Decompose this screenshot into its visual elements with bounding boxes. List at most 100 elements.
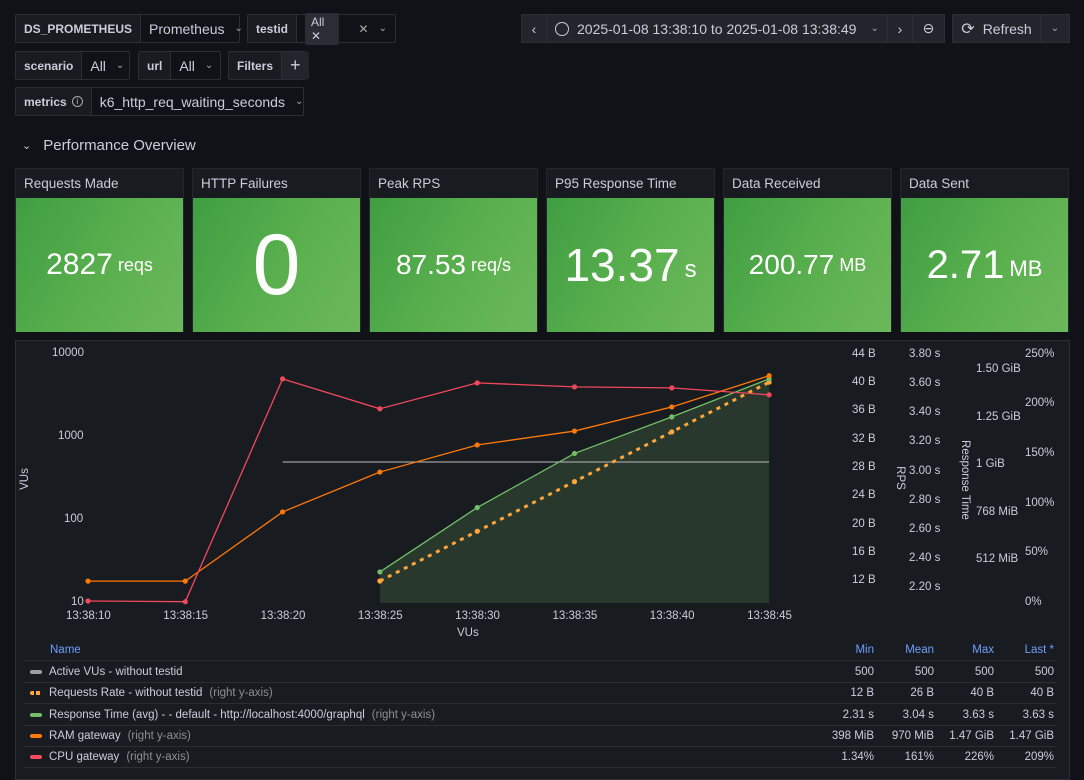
rps-tick: 24 B — [852, 489, 876, 501]
legend-axis-note: (right y-axis) — [127, 729, 191, 742]
rps-tick: 28 B — [852, 461, 876, 473]
legend-max: 500 — [974, 666, 994, 678]
data-point — [571, 479, 578, 485]
legend-row[interactable]: RAM gateway (right y-axis) 398 MiB 970 MiB 1… — [24, 726, 1056, 747]
legend-row[interactable]: Active VUs - without testid 500 500 500 500 — [24, 662, 1056, 683]
rps-tick: 16 B — [852, 546, 876, 558]
legend-max: 3.63 s — [962, 708, 994, 721]
legend-mean: 970 MiB — [891, 729, 934, 742]
legend-min: 12 B — [850, 687, 874, 700]
legend-row[interactable]: Requests Rate - without testid (right y-a… — [24, 683, 1056, 705]
y-tick: 10 — [71, 596, 84, 608]
x-tick: 13:38:15 — [163, 610, 209, 622]
cpu-tick: 150% — [1025, 447, 1055, 459]
legend-last: 40 B — [1030, 687, 1054, 700]
timeseries-chart — [85, 373, 772, 605]
rt-tick: 3.60 s — [909, 377, 941, 389]
x-tick: 13:38:20 — [260, 610, 306, 622]
x-tick: 13:38:35 — [552, 610, 598, 622]
legend-last: 3.63 s — [1022, 708, 1054, 721]
legend-mean: 500 — [914, 666, 934, 678]
legend-header-name[interactable]: Name — [24, 644, 816, 656]
legend-min: 2.31 s — [842, 708, 874, 721]
y-axis-label: VUs — [18, 468, 31, 490]
series-swatch-icon — [30, 712, 42, 717]
legend-row[interactable]: Response Time (avg) - - default - http:/… — [24, 705, 1056, 726]
response-time-axis-label: Response Time — [958, 440, 971, 520]
x-tick: 13:38:30 — [455, 610, 500, 622]
series-swatch-icon — [30, 691, 42, 696]
data-point — [669, 385, 675, 391]
data-point — [474, 380, 480, 386]
rt-tick: 3.00 s — [909, 465, 941, 477]
legend-header-mean[interactable]: Mean — [876, 644, 936, 656]
cpu-tick: 100% — [1025, 497, 1055, 509]
rps-tick: 44 B — [852, 348, 876, 360]
legend-max: 226% — [964, 751, 994, 764]
legend-mean: 26 B — [910, 687, 934, 700]
legend-last: 1.47 GiB — [1009, 729, 1054, 742]
legend-header-last[interactable]: Last * — [996, 644, 1056, 656]
series-swatch-icon — [30, 670, 42, 674]
data-point — [669, 429, 675, 435]
rt-tick: 3.20 s — [909, 435, 941, 447]
data-point — [474, 504, 480, 511]
data-point — [377, 578, 383, 584]
rt-tick: 2.80 s — [909, 494, 941, 506]
data-point — [85, 578, 91, 584]
series-swatch-icon — [30, 755, 42, 760]
cpu-tick: 200% — [1025, 397, 1055, 409]
cpu-tick: 0% — [1025, 596, 1042, 608]
rps-tick: 32 B — [852, 433, 876, 445]
legend-max: 1.47 GiB — [949, 729, 994, 742]
x-tick: 13:38:45 — [747, 610, 792, 622]
rps-tick: 36 B — [852, 404, 876, 416]
legend-series-name: CPU gateway — [49, 751, 120, 764]
rt-tick: 3.40 s — [909, 406, 941, 418]
y-tick: 10000 — [52, 347, 84, 359]
legend-min: 500 — [854, 666, 874, 678]
ram-tick: 1 GiB — [976, 458, 1005, 470]
rps-tick: 40 B — [852, 376, 876, 388]
data-point — [571, 450, 578, 457]
legend-series-name: Active VUs - without testid — [49, 666, 183, 678]
legend-last: 500 — [1034, 666, 1054, 678]
legend-last: 209% — [1024, 751, 1054, 764]
legend-axis-note: (right y-axis) — [371, 708, 436, 721]
data-point — [669, 414, 675, 420]
rps-axis-label: RPS — [893, 466, 906, 490]
rt-tick: 2.20 s — [909, 581, 941, 593]
legend-header-max[interactable]: Max — [936, 644, 996, 656]
data-point — [571, 428, 578, 434]
legend-mean: 161% — [904, 751, 934, 764]
ram-tick: 1.50 GiB — [976, 363, 1021, 375]
legend-axis-note: (right y-axis) — [126, 751, 190, 764]
legend-header: Name Min Mean Max Last * — [24, 640, 1056, 661]
data-point — [669, 404, 675, 410]
data-point — [377, 569, 383, 575]
legend-min: 1.34% — [841, 751, 874, 764]
data-point — [377, 469, 383, 475]
rt-tick: 2.60 s — [909, 523, 941, 535]
data-point — [474, 528, 480, 534]
data-point — [280, 376, 286, 382]
data-point — [182, 578, 188, 584]
data-point — [377, 406, 383, 412]
cpu-tick: 50% — [1025, 546, 1049, 558]
data-point — [182, 599, 188, 605]
rt-tick: 2.40 s — [909, 552, 941, 564]
data-point — [474, 442, 480, 448]
data-point — [85, 598, 91, 604]
x-axis-label: VUs — [457, 627, 479, 639]
legend-series-name: Requests Rate - without testid — [49, 687, 203, 700]
x-tick: 13:38:10 — [66, 610, 111, 622]
legend-row[interactable]: CPU gateway (right y-axis) 1.34% 161% 226% 20… — [24, 747, 1056, 769]
data-point — [571, 384, 578, 390]
legend-series-name: Response Time (avg) - - default - http:/… — [49, 708, 365, 721]
legend-series-name: RAM gateway — [49, 729, 121, 742]
ram-tick: 768 MiB — [976, 506, 1019, 518]
cpu-tick: 250% — [1025, 348, 1055, 360]
legend-header-min[interactable]: Min — [816, 644, 876, 656]
x-tick: 13:38:25 — [357, 610, 403, 622]
ram-tick: 1.25 GiB — [976, 411, 1021, 423]
